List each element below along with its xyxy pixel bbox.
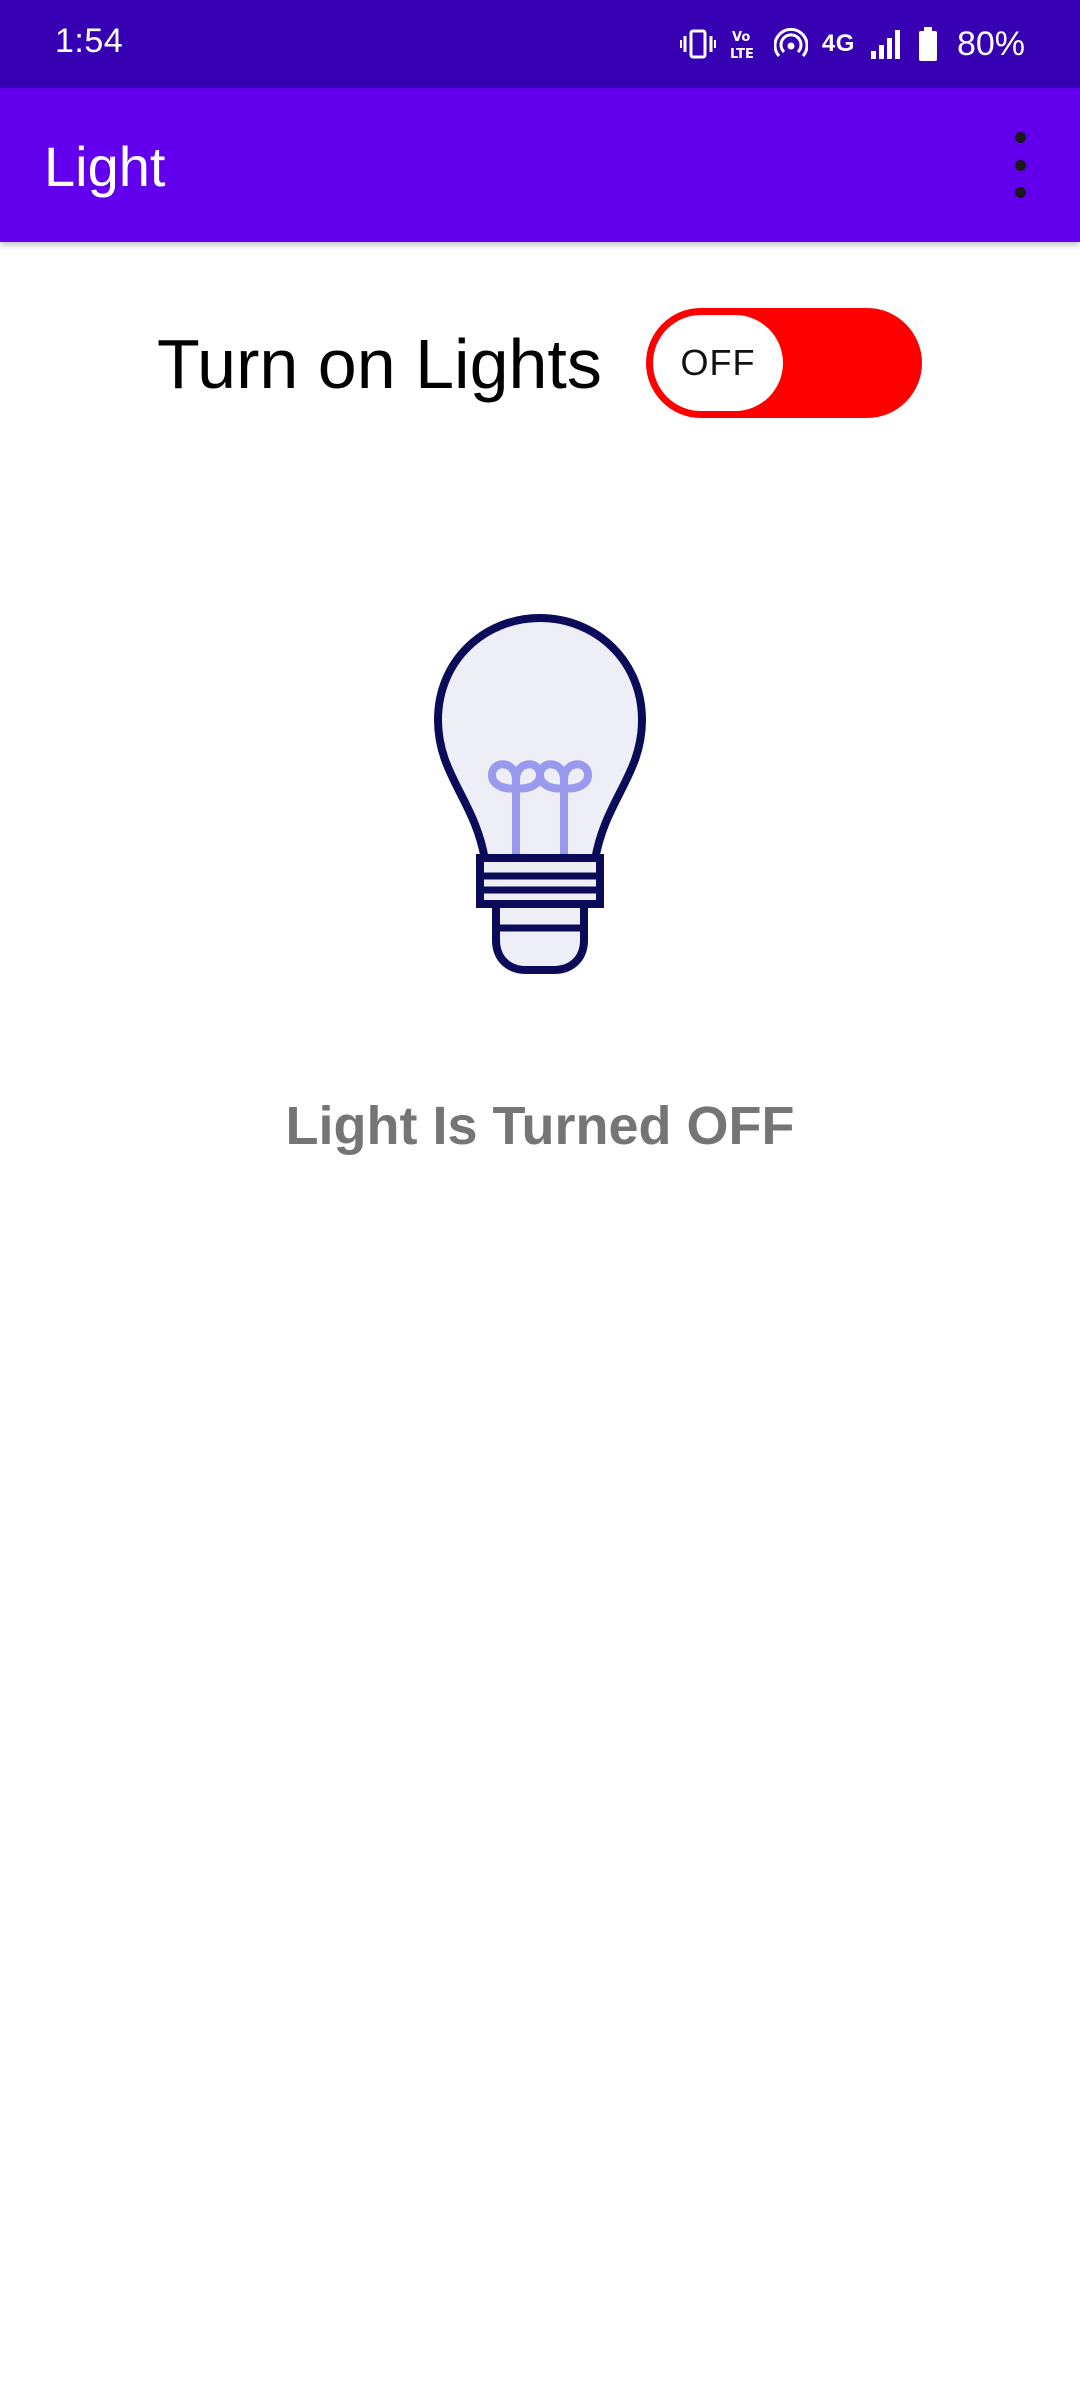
status-time: 1:54	[55, 22, 124, 60]
light-toggle-switch[interactable]: OFF	[646, 308, 922, 418]
screen: 1:54 Vo LTE 4G 80% Light Turn on Lights …	[0, 0, 1080, 2400]
signal-icon	[869, 27, 903, 61]
status-icons: Vo LTE 4G 80%	[679, 20, 1025, 68]
status-bar: 1:54 Vo LTE 4G 80%	[0, 0, 1080, 88]
toggle-thumb: OFF	[653, 315, 783, 411]
app-bar-title: Light	[44, 135, 166, 198]
svg-text:Vo: Vo	[732, 30, 750, 45]
light-switch-row: Turn on Lights OFF	[0, 300, 1080, 430]
hotspot-icon	[773, 27, 808, 61]
lightbulb-icon	[430, 610, 650, 975]
volte-icon: Vo LTE	[730, 26, 760, 62]
menu-dot	[1014, 132, 1026, 143]
4g-icon: 4G	[821, 30, 855, 57]
light-status-text: Light Is Turned OFF	[285, 1096, 795, 1156]
switch-label: Turn on Lights	[157, 325, 602, 403]
battery-icon	[917, 26, 939, 62]
menu-dot	[1014, 187, 1026, 198]
vibrate-icon	[679, 26, 716, 62]
battery-percent: 80%	[956, 24, 1025, 63]
more-vert-icon[interactable]	[1000, 132, 1040, 198]
toggle-state-label: OFF	[680, 342, 756, 383]
svg-text:LTE: LTE	[730, 47, 754, 62]
menu-dot	[1014, 159, 1026, 171]
app-bar: Light	[0, 88, 1080, 242]
